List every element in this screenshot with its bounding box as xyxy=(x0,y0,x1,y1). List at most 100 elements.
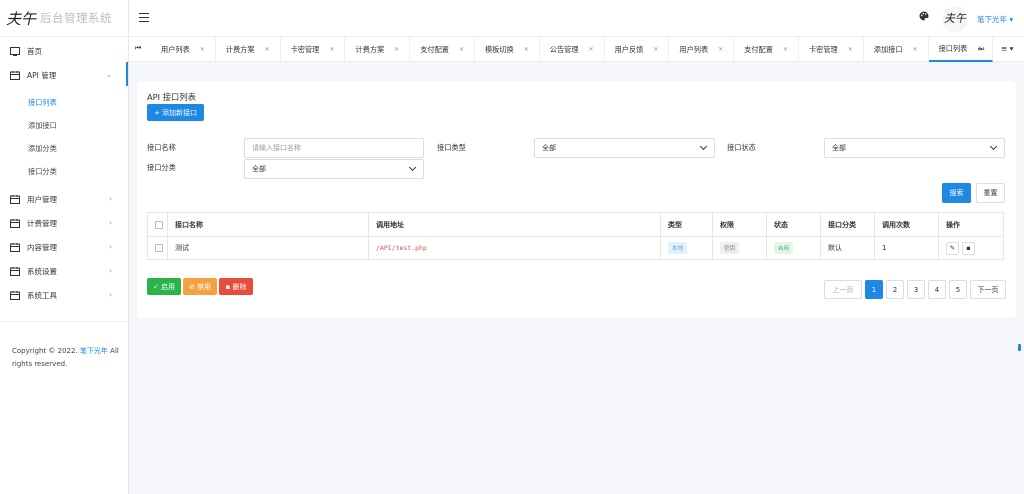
tab-item[interactable]: 计费方案 ✕ xyxy=(216,37,281,62)
close-icon[interactable]: ✕ xyxy=(265,46,270,53)
select-all-checkbox[interactable] xyxy=(155,220,163,229)
tab-label: 计费方案 xyxy=(225,44,255,54)
caret-down-icon: ▾ xyxy=(1009,15,1014,24)
tab-item[interactable]: 支付配置 ✕ xyxy=(410,37,475,62)
close-icon[interactable]: ✕ xyxy=(913,46,918,53)
page-4-button[interactable]: 4 xyxy=(928,280,946,299)
tab-scroll-left-icon[interactable]: ⏮ xyxy=(135,44,141,53)
sidebar-item-label: 内容管理 xyxy=(27,242,57,252)
bulk-delete-button[interactable]: ▪ 删除 xyxy=(219,278,253,295)
api-category-value: 全部 xyxy=(252,165,266,173)
copyright-link[interactable]: 笔下光年 xyxy=(80,347,108,355)
tab-label: 公告管理 xyxy=(549,44,579,54)
row-checkbox[interactable] xyxy=(155,244,163,252)
tab-item[interactable]: 用户列表 ✕ xyxy=(151,37,216,62)
tab-item[interactable]: 用户反馈 ✕ xyxy=(605,37,670,62)
search-button[interactable]: 搜索 xyxy=(942,183,971,203)
close-icon[interactable]: ✕ xyxy=(653,46,658,53)
api-name-input[interactable]: 请输入接口名称 xyxy=(244,138,424,158)
tab-item[interactable]: 支付配置 ✕ xyxy=(734,37,799,62)
status-badge: 启用 xyxy=(774,242,794,254)
close-icon[interactable]: ✕ xyxy=(718,46,723,53)
select-all-cell[interactable] xyxy=(147,212,168,237)
sidebar-item-api[interactable]: API 管理 ⌄ xyxy=(0,63,128,87)
col-header: 接口分类 xyxy=(820,212,875,237)
sidebar-item-users[interactable]: 用户管理 › xyxy=(0,187,128,211)
tab-item[interactable]: 添加接口 ✕ xyxy=(864,37,929,62)
sidebar-item-tools[interactable]: 系统工具 › xyxy=(0,283,128,307)
close-icon[interactable]: ✕ xyxy=(848,46,853,53)
tab-item[interactable]: 用户列表 ✕ xyxy=(669,37,735,62)
sidebar-item-home[interactable]: 首页 xyxy=(0,39,128,63)
api-url-cell: /API/test.php xyxy=(368,236,661,260)
tab-bar: ⏮ 用户列表 ✕ 计费方案 ✕ 卡密管理 ✕ 计费方案 ✕ 支付配置 ✕ 模板切换 ✕ 公告管理 ✕ 用户反… xyxy=(129,37,1024,62)
page-5-button[interactable]: 5 xyxy=(949,280,967,299)
sidebar-item-settings[interactable]: 系统设置 › xyxy=(0,259,128,283)
sidebar-subitem-api-category[interactable]: 接口分类 xyxy=(0,160,128,183)
tab-item[interactable]: 模板切换 ✕ xyxy=(475,37,540,62)
prev-page-button[interactable]: 上一页 xyxy=(824,280,862,299)
scrollbar-thumb[interactable] xyxy=(1018,344,1021,351)
sidebar-item-label: 用户管理 xyxy=(27,194,57,204)
api-type-value: 全部 xyxy=(542,144,556,152)
calendar-icon xyxy=(10,70,20,80)
tab-scroll-right-icon[interactable]: ⏭ xyxy=(978,45,984,54)
sidebar-item-label: 系统工具 xyxy=(27,290,57,300)
bulk-disable-button[interactable]: ⊘ 禁用 xyxy=(183,278,217,295)
sidebar-nav: 首页 API 管理 ⌄ 接口列表 添加接口 添加分类 接口分类 用户管理 › 计… xyxy=(0,37,128,322)
row-select-cell[interactable] xyxy=(147,236,168,260)
reset-button[interactable]: 重置 xyxy=(976,183,1005,203)
page-3-button[interactable]: 3 xyxy=(907,280,925,299)
close-icon[interactable]: ✕ xyxy=(524,46,529,53)
tab-item[interactable]: 计费方案 ✕ xyxy=(345,37,411,62)
logo-name: 后台管理系统 xyxy=(40,11,113,25)
col-header: 操作 xyxy=(938,212,1004,237)
user-menu[interactable]: 笔下光年 ▾ xyxy=(977,14,1013,25)
calendar-icon xyxy=(10,242,20,252)
logo[interactable]: 夫午 后台管理系统 xyxy=(0,0,128,37)
page-1-button[interactable]: 1 xyxy=(865,280,883,299)
chevron-down-icon xyxy=(699,142,708,151)
sidebar-subitem-add-api[interactable]: 添加接口 xyxy=(0,114,128,137)
close-icon[interactable]: ✕ xyxy=(459,46,464,53)
avatar[interactable]: 夫午 xyxy=(942,6,968,32)
sidebar-item-billing[interactable]: 计费管理 › xyxy=(0,211,128,235)
api-type-select[interactable]: 全部 xyxy=(534,138,715,158)
chevron-down-icon: ⌄ xyxy=(106,71,112,79)
col-header: 权限 xyxy=(712,212,767,237)
trash-icon[interactable]: ▪ xyxy=(962,241,975,255)
close-icon[interactable]: ✕ xyxy=(783,46,788,53)
sidebar-subitem-api-list[interactable]: 接口列表 xyxy=(0,91,128,114)
api-calls-cell: 1 xyxy=(874,236,939,260)
add-api-button[interactable]: + 添加新接口 xyxy=(147,104,204,121)
tab-item[interactable]: 公告管理 ✕ xyxy=(540,37,605,62)
type-badge: 本地 xyxy=(668,242,688,254)
close-icon[interactable]: ✕ xyxy=(200,46,205,53)
api-category-select[interactable]: 全部 xyxy=(244,159,424,179)
tab-item[interactable]: 卡密管理 ✕ xyxy=(799,37,864,62)
sidebar-subitem-add-category[interactable]: 添加分类 xyxy=(0,137,128,160)
tab-label: 用户反馈 xyxy=(614,44,644,54)
tab-menu-icon[interactable]: ≡ ▾ xyxy=(1001,44,1013,53)
chevron-down-icon xyxy=(989,142,998,151)
bulk-enable-button[interactable]: ✓ 启用 xyxy=(147,278,181,295)
page-2-button[interactable]: 2 xyxy=(886,280,904,299)
topbar: 夫午 笔下光年 ▾ xyxy=(129,0,1024,37)
tab-label: 卡密管理 xyxy=(808,44,838,54)
tab-label: 接口列表 xyxy=(938,43,968,53)
menu-toggle-icon[interactable] xyxy=(139,13,149,22)
close-icon[interactable]: ✕ xyxy=(329,46,334,53)
next-page-button[interactable]: 下一页 xyxy=(970,280,1006,299)
palette-icon[interactable] xyxy=(919,11,929,24)
filter-name-label: 接口名称 xyxy=(147,143,176,152)
close-icon[interactable]: ✕ xyxy=(589,46,594,53)
sidebar-active-indicator xyxy=(126,62,128,86)
api-status-select[interactable]: 全部 xyxy=(824,138,1005,158)
edit-icon[interactable]: ✎ xyxy=(946,241,959,255)
calendar-icon xyxy=(10,218,20,228)
filter-status-label: 接口状态 xyxy=(727,143,756,152)
close-icon[interactable]: ✕ xyxy=(394,46,399,53)
tab-item[interactable]: 卡密管理 ✕ xyxy=(281,37,346,62)
sidebar-item-content[interactable]: 内容管理 › xyxy=(0,235,128,259)
sidebar: 夫午 后台管理系统 首页 API 管理 ⌄ 接口列表 添加接口 添加分类 接口分… xyxy=(0,0,129,494)
